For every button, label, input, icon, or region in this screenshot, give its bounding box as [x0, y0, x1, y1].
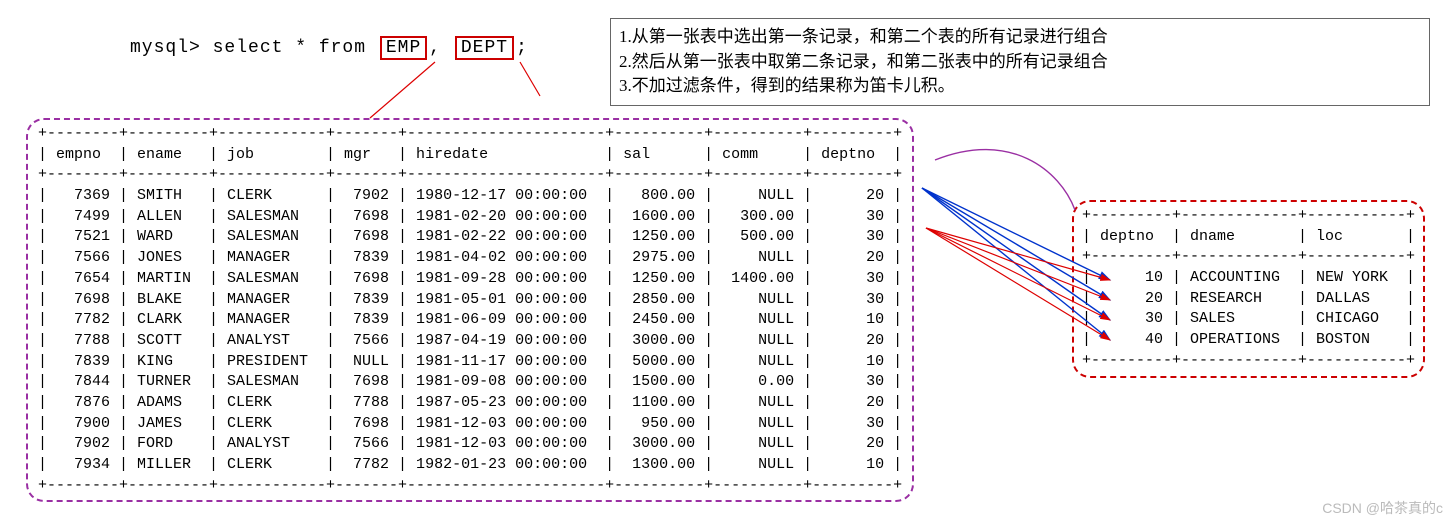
connector-dept-curve — [935, 150, 1075, 210]
highlight-emp: EMP — [380, 36, 427, 60]
highlight-dept: DEPT — [455, 36, 514, 60]
explanation-box: 1.从第一张表中选出第一条记录，和第二个表的所有记录进行组合 2.然后从第一张表… — [610, 18, 1430, 106]
sql-statement: mysql> select * from EMP, DEPT; — [130, 38, 528, 58]
explain-line-3: 3.不加过滤条件，得到的结果称为笛卡儿积。 — [619, 74, 1421, 99]
sql-post: ; — [516, 38, 528, 58]
sql-mid: , — [429, 38, 453, 58]
sql-prompt-label: mysql> — [130, 38, 201, 58]
sql-text-pre: select * from — [201, 38, 378, 58]
emp-table: +--------+---------+------------+-------… — [26, 118, 914, 502]
explain-line-1: 1.从第一张表中选出第一条记录，和第二个表的所有记录进行组合 — [619, 25, 1421, 50]
dept-table: +---------+-------------+-----------+ | … — [1072, 200, 1425, 378]
explain-line-2: 2.然后从第一张表中取第二条记录，和第二张表中的所有记录组合 — [619, 50, 1421, 75]
connector-emp — [370, 62, 435, 118]
watermark: CSDN @哈茶真的c — [1322, 498, 1443, 518]
connector-dept — [520, 62, 540, 96]
